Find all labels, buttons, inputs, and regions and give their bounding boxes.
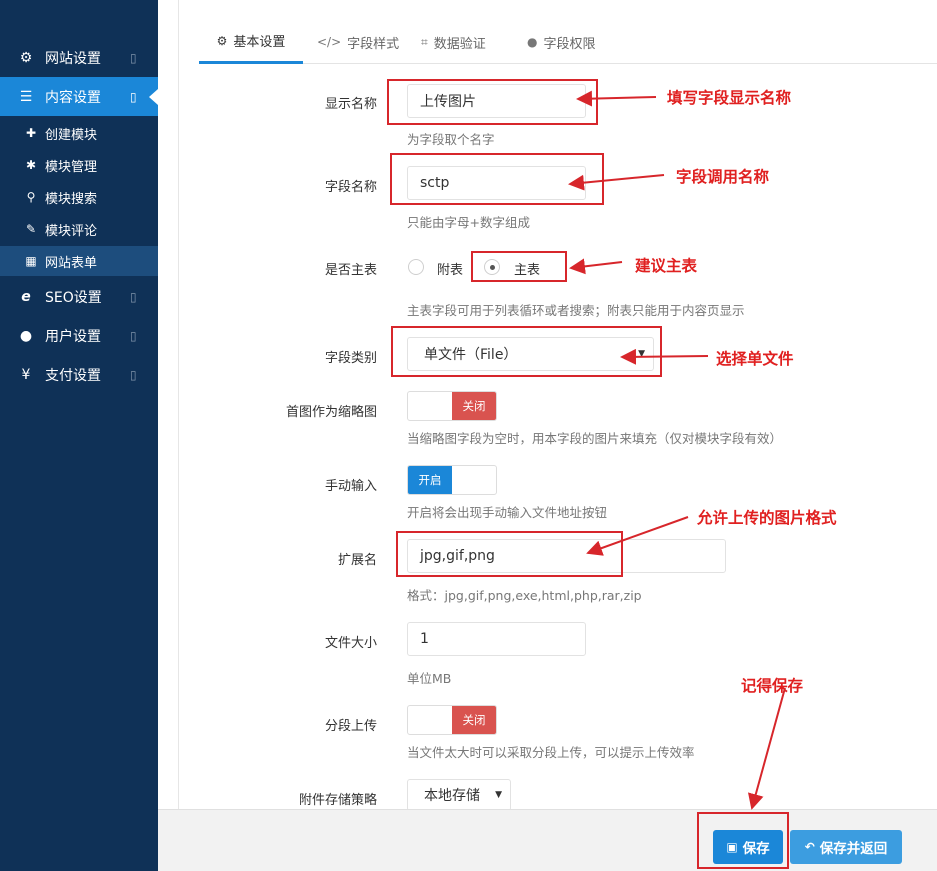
sidebar-item-label: 支付设置 bbox=[45, 367, 101, 384]
tab-field-permissions[interactable]: ● 字段权限 bbox=[527, 20, 596, 64]
cogs-icon: ✱ bbox=[25, 158, 37, 172]
globe-icon: e bbox=[21, 288, 31, 305]
yen-icon: ¥ bbox=[21, 366, 31, 383]
chevron-icon: ▯ bbox=[130, 367, 137, 382]
field-name-help: 只能由字母+数字组成 bbox=[407, 215, 530, 230]
reply-icon: ↶ bbox=[804, 840, 815, 854]
sidebar-item-seo-settings[interactable]: e SEO设置 ▯ bbox=[0, 277, 158, 316]
chunk-upload-help: 当文件太大时可以采取分段上传，可以提示上传效率 bbox=[407, 745, 695, 760]
sidebar-item-label: SEO设置 bbox=[45, 289, 102, 306]
sidebar-item-label: 内容设置 bbox=[45, 89, 101, 106]
chevron-icon: ▯ bbox=[130, 50, 137, 65]
annotation-text: 选择单文件 bbox=[716, 350, 794, 368]
radio-sub-table[interactable] bbox=[408, 259, 424, 275]
menu-icon: ☰ bbox=[19, 88, 33, 105]
first-thumb-help: 当缩略图字段为空时，用本字段的图片来填充（仅对模块字段有效） bbox=[407, 431, 783, 446]
toggle-state: 关闭 bbox=[452, 706, 496, 734]
annotation-text: 建议主表 bbox=[635, 257, 698, 275]
chevron-icon: ▯ bbox=[130, 89, 137, 104]
display-name-help: 为字段取个名字 bbox=[407, 132, 495, 147]
user-icon: ● bbox=[19, 327, 33, 344]
field-type-label: 字段类别 bbox=[324, 351, 377, 366]
storage-label: 附件存储策略 bbox=[298, 793, 377, 808]
highlight-box bbox=[471, 251, 567, 282]
comments-icon: ✎ bbox=[25, 222, 37, 236]
chunk-upload-label: 分段上传 bbox=[324, 719, 377, 734]
save-return-button[interactable]: ↶ 保存并返回 bbox=[790, 830, 902, 864]
sidebar-subitem-label: 模块搜索 bbox=[45, 191, 98, 207]
extensions-help: 格式：jpg,gif,png,exe,html,php,rar,zip bbox=[407, 588, 642, 603]
storage-select[interactable]: 本地存储 ▼ bbox=[407, 779, 511, 811]
crop-icon: ⌗ bbox=[421, 34, 428, 49]
file-size-help: 单位MB bbox=[407, 671, 452, 686]
manual-input-help: 开启将会出现手动输入文件地址按钮 bbox=[407, 505, 608, 520]
sidebar-subitem-label: 网站表单 bbox=[45, 255, 98, 271]
annotation-text: 字段调用名称 bbox=[676, 168, 770, 186]
chunk-upload-toggle[interactable]: 关闭 bbox=[407, 705, 497, 735]
first-thumb-toggle[interactable]: 关闭 bbox=[407, 391, 497, 421]
tab-field-style[interactable]: </> 字段样式 bbox=[317, 20, 399, 64]
toggle-state: 关闭 bbox=[452, 392, 496, 420]
sidebar-item-site-settings[interactable]: ⚙ 网站设置 ▯ bbox=[0, 38, 158, 77]
tab-bar: ⚙ 基本设置 </> 字段样式 ⌗ 数据验证 ● 字段权限 bbox=[199, 20, 937, 64]
sidebar-subitem-label: 创建模块 bbox=[45, 127, 98, 143]
main-table-label: 是否主表 bbox=[324, 263, 377, 278]
code-icon: </> bbox=[317, 35, 342, 49]
radio-sub-table-label: 附表 bbox=[437, 263, 464, 278]
user-icon: ● bbox=[527, 35, 538, 49]
manual-input-toggle[interactable]: 开启 bbox=[407, 465, 497, 495]
sidebar-subitem-create-module[interactable]: ✚ 创建模块 bbox=[0, 118, 158, 148]
tab-label: 字段权限 bbox=[543, 36, 596, 52]
sidebar-subitem-module-manage[interactable]: ✱ 模块管理 bbox=[0, 150, 158, 180]
tab-basic-settings[interactable]: ⚙ 基本设置 bbox=[199, 20, 303, 64]
field-name-label: 字段名称 bbox=[324, 180, 377, 195]
annotation-text: 记得保存 bbox=[741, 677, 804, 695]
sidebar-item-payment-settings[interactable]: ¥ 支付设置 ▯ bbox=[0, 355, 158, 394]
gear-icon: ⚙ bbox=[19, 49, 33, 66]
plus-icon: ✚ bbox=[25, 126, 37, 140]
chevron-icon: ▯ bbox=[130, 289, 137, 304]
search-icon: ⚲ bbox=[26, 190, 36, 204]
highlight-box bbox=[391, 326, 662, 377]
toggle-state: 开启 bbox=[408, 466, 452, 494]
first-thumb-label: 首图作为缩略图 bbox=[285, 405, 377, 420]
sidebar-subitem-module-search[interactable]: ⚲ 模块搜索 bbox=[0, 182, 158, 212]
divider bbox=[178, 0, 179, 810]
highlight-box bbox=[390, 153, 604, 205]
display-name-label: 显示名称 bbox=[324, 97, 377, 112]
sidebar-item-user-settings[interactable]: ● 用户设置 ▯ bbox=[0, 316, 158, 355]
highlight-box bbox=[387, 79, 598, 125]
annotation-text: 填写字段显示名称 bbox=[667, 89, 792, 107]
sidebar-subitem-site-forms[interactable]: ▦ 网站表单 bbox=[0, 246, 158, 276]
extensions-label: 扩展名 bbox=[337, 553, 377, 568]
caret-down-icon: ▼ bbox=[495, 790, 502, 800]
save-return-button-label: 保存并返回 bbox=[819, 841, 888, 857]
highlight-box bbox=[396, 531, 623, 577]
gear-icon: ⚙ bbox=[216, 33, 228, 48]
sidebar-subitem-label: 模块管理 bbox=[45, 159, 98, 175]
file-size-label: 文件大小 bbox=[324, 636, 377, 651]
sidebar-item-content-settings[interactable]: ☰ 内容设置 ▯ bbox=[0, 77, 158, 116]
sidebar-subitem-label: 模块评论 bbox=[45, 223, 98, 239]
sidebar-item-label: 用户设置 bbox=[45, 328, 101, 345]
chevron-icon: ▯ bbox=[130, 328, 137, 343]
storage-value: 本地存储 bbox=[424, 788, 480, 804]
sidebar-subitem-module-comments[interactable]: ✎ 模块评论 bbox=[0, 214, 158, 244]
tab-label: 字段样式 bbox=[347, 36, 400, 52]
file-size-input[interactable]: 1 bbox=[407, 622, 586, 656]
manual-input-label: 手动输入 bbox=[324, 479, 377, 494]
tab-data-validation[interactable]: ⌗ 数据验证 bbox=[421, 20, 486, 64]
sidebar-item-label: 网站设置 bbox=[45, 50, 101, 67]
table-icon: ▦ bbox=[25, 254, 37, 268]
main-table-help: 主表字段可用于列表循环或者搜索；附表只能用于内容页显示 bbox=[407, 303, 745, 318]
annotation-text: 允许上传的图片格式 bbox=[697, 509, 837, 527]
tab-label: 基本设置 bbox=[233, 35, 286, 50]
sidebar: ⚙ 网站设置 ▯ ☰ 内容设置 ▯ ✚ 创建模块 ✱ 模块管理 ⚲ 模块搜索 ✎… bbox=[0, 0, 158, 871]
tab-label: 数据验证 bbox=[433, 36, 486, 52]
highlight-box bbox=[697, 812, 789, 869]
